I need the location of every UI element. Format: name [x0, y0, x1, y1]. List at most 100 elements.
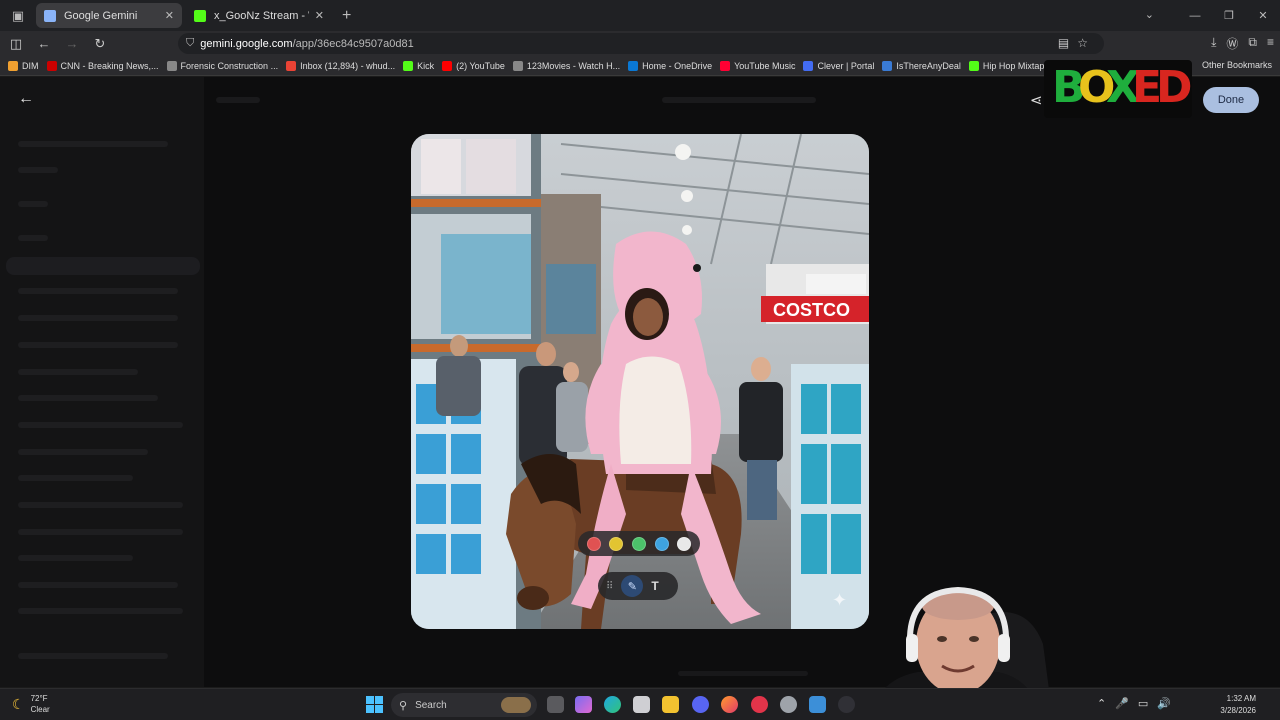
tab-close-icon[interactable]: ✕ — [315, 9, 324, 22]
dim-placeholder — [18, 315, 178, 321]
taskbar-search[interactable]: ⚲ Search — [391, 693, 537, 717]
edge-icon[interactable] — [604, 696, 621, 713]
start-button[interactable] — [366, 696, 383, 713]
account-icon[interactable]: Ⓦ — [1226, 35, 1238, 52]
file-explorer-icon[interactable] — [662, 696, 679, 713]
tab-close-icon[interactable]: ✕ — [165, 9, 174, 22]
bookmark-favicon-icon — [720, 60, 731, 71]
bookmark-favicon-icon — [166, 60, 177, 71]
bookmark-item[interactable]: YouTube Music — [720, 60, 796, 71]
back-arrow-icon[interactable]: ← — [18, 90, 34, 108]
dim-placeholder — [18, 422, 183, 428]
tab-goonz-stream[interactable]: x_GooNz Stream - Watch Live o ✕ — [186, 3, 332, 28]
dim-placeholder — [18, 653, 168, 659]
discord-icon[interactable] — [692, 696, 709, 713]
browser-nav-bar: ◫ ← → ↻ ⛉ gemini.google.com/app/36ec84c9… — [0, 31, 1280, 56]
store-icon[interactable] — [633, 696, 650, 713]
sparkle-icon: ✦ — [832, 590, 848, 610]
new-tab-icon[interactable]: + — [342, 7, 351, 25]
color-swatch-red[interactable] — [586, 536, 601, 551]
dim-placeholder — [18, 201, 48, 207]
dim-placeholder — [18, 582, 178, 588]
bookmark-item[interactable]: Home - OneDrive — [628, 60, 712, 71]
forward-icon[interactable]: → — [60, 36, 84, 51]
close-window-icon[interactable]: ✕ — [1246, 9, 1280, 22]
weather-condition: Clear — [30, 705, 50, 714]
color-swatch-blue[interactable] — [654, 536, 669, 551]
obs-icon[interactable] — [838, 696, 855, 713]
bookmark-item[interactable]: Clever | Portal — [803, 60, 875, 71]
downloads-icon[interactable]: ⤓ — [1211, 35, 1216, 52]
gemini-favicon-icon — [44, 9, 56, 22]
url-path: /app/36ec84c9507a0d81 — [292, 37, 414, 50]
bookmark-item[interactable]: 123Movies - Watch H... — [512, 60, 620, 71]
text-tool-button[interactable]: T — [651, 579, 658, 593]
svg-text:COSTCO: COSTCO — [773, 300, 850, 320]
bookmark-item[interactable]: (2) YouTube — [442, 60, 505, 71]
bookmark-label: IsThereAnyDeal — [896, 60, 961, 71]
restore-icon[interactable]: ❐ — [1212, 9, 1246, 22]
bookmark-item[interactable]: Forensic Construction ... — [166, 60, 279, 71]
bookmark-favicon-icon — [803, 60, 814, 71]
url-host: gemini.google.com — [200, 37, 293, 50]
address-bar[interactable]: ⛉ gemini.google.com/app/36ec84c9507a0d81… — [178, 33, 1104, 54]
sidebar-toggle-icon[interactable]: ◫ — [4, 36, 28, 52]
firefox-icon[interactable] — [721, 696, 738, 713]
other-bookmarks[interactable]: Other Bookmarks — [1202, 60, 1272, 70]
toolbar-right: ⤓ Ⓦ ⧉ ≡ — [1211, 35, 1274, 52]
windows-taskbar: ☾ 72°F Clear ⚲ Search ⌃🎤▭🔊 1:32 AM 3/28/… — [0, 688, 1280, 720]
bookmark-label: Forensic Construction ... — [180, 60, 279, 71]
weather-widget[interactable]: ☾ 72°F Clear — [12, 693, 50, 715]
drag-handle-icon[interactable]: ⠿ — [606, 581, 613, 592]
clock-date: 3/28/2026 — [1220, 706, 1256, 715]
bookmark-favicon-icon — [512, 60, 523, 71]
tab-google-gemini[interactable]: Google Gemini ✕ — [36, 3, 182, 28]
share-icon[interactable]: ⋖ — [1030, 91, 1043, 109]
logo-letter: E — [1132, 62, 1162, 113]
bookmark-favicon-icon — [403, 60, 414, 71]
reader-bookmark-icons[interactable]: ▤☆ — [1058, 36, 1096, 50]
dim-placeholder — [18, 529, 183, 535]
back-icon[interactable]: ← — [32, 36, 56, 51]
bookmark-label: (2) YouTube — [456, 60, 505, 71]
draw-tool-icon[interactable]: ✎ — [621, 575, 644, 597]
bookmark-label: Clever | Portal — [817, 60, 875, 71]
bookmark-item[interactable]: CNN - Breaking News,... — [46, 60, 159, 71]
photos-icon[interactable] — [809, 696, 826, 713]
clock[interactable]: 1:32 AM 3/28/2026 — [1220, 693, 1256, 717]
dim-placeholder — [662, 97, 816, 103]
bookmark-item[interactable]: IsThereAnyDeal — [882, 60, 961, 71]
bookmark-item[interactable]: Inbox (12,894) - whud... — [286, 60, 395, 71]
color-swatch-green[interactable] — [631, 536, 646, 551]
done-button[interactable]: Done — [1203, 87, 1259, 113]
dim-placeholder — [18, 475, 133, 481]
task-view-icon[interactable] — [547, 696, 564, 713]
menu-icon[interactable]: ≡ — [1267, 35, 1274, 52]
bookmark-item[interactable]: Kick — [403, 60, 434, 71]
settings-icon[interactable] — [780, 696, 797, 713]
edit-toolbar: ⠿ ✎ T — [598, 572, 678, 600]
media-player-icon[interactable] — [751, 696, 768, 713]
tab-title: x_GooNz Stream - Watch Live o — [214, 9, 309, 22]
reload-icon[interactable]: ↻ — [88, 36, 112, 52]
color-swatch-white[interactable] — [677, 536, 692, 551]
dim-placeholder — [18, 369, 138, 375]
bookmark-item[interactable]: DIM — [8, 60, 39, 71]
bookmark-label: YouTube Music — [734, 60, 796, 71]
dim-placeholder — [216, 97, 260, 103]
tab-list-chevron-icon[interactable]: ⌄ — [1145, 8, 1154, 21]
search-label: Search — [415, 699, 447, 711]
dimmed-sidebar — [0, 77, 204, 687]
browser-tab-bar: ▣ Google Gemini ✕ x_GooNz Stream - Watch… — [0, 0, 1280, 31]
site-info-icon[interactable]: ⛉ — [186, 37, 194, 50]
dim-placeholder — [18, 342, 178, 348]
minimize-icon[interactable]: — — [1178, 10, 1212, 22]
copilot-icon[interactable] — [575, 696, 592, 713]
system-tray-icons[interactable]: ⌃🎤▭🔊 — [1097, 697, 1180, 710]
dim-placeholder — [18, 608, 183, 614]
search-highlight-image — [501, 697, 531, 713]
extensions-icon[interactable]: ⧉ — [1248, 35, 1257, 52]
color-swatch-yellow[interactable] — [609, 536, 624, 551]
workspaces-icon[interactable]: ▣ — [4, 2, 32, 30]
logo-letter: D — [1156, 62, 1192, 113]
